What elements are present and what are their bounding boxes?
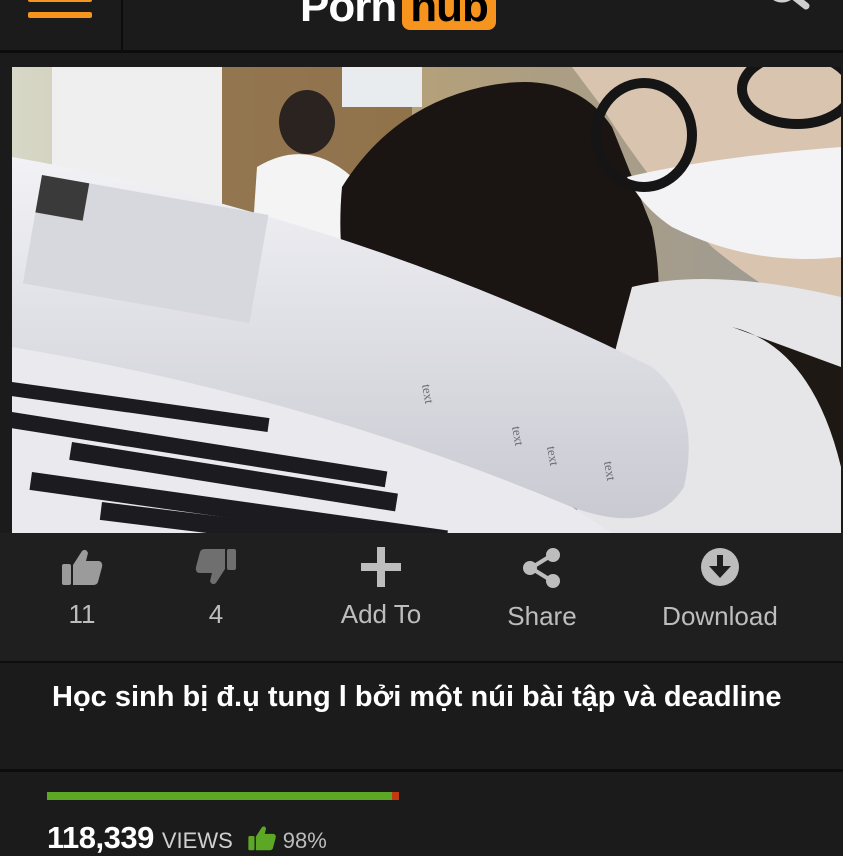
rating-bar-positive [47, 792, 392, 800]
video-stats: 118,339 VIEWS 98% [47, 816, 327, 856]
site-logo[interactable]: Porn hub [300, 0, 496, 30]
rating-bar-negative [391, 792, 399, 800]
add-to-label: Add To [340, 599, 422, 629]
plus-icon [361, 547, 401, 587]
add-to-button[interactable]: Add To [326, 547, 436, 657]
title-section: Học sinh bị đ.ụ tung l bởi một núi bài t… [0, 663, 843, 772]
video-title: Học sinh bị đ.ụ tung l bởi một núi bài t… [52, 681, 782, 713]
view-count: 118,339 [47, 820, 154, 855]
logo-text-right: hub [402, 0, 496, 30]
share-button[interactable]: Share [500, 547, 584, 657]
menu-divider [121, 0, 123, 50]
share-label: Share [507, 601, 577, 631]
hamburger-menu-icon[interactable] [28, 0, 92, 22]
dislike-count: 4 [208, 599, 224, 629]
video-thumbnail[interactable]: text text text text [12, 67, 841, 533]
dislike-button[interactable]: 4 [186, 547, 246, 657]
thumbs-down-icon [195, 549, 236, 585]
rating-bar [47, 792, 399, 800]
like-button[interactable]: 11 [52, 547, 112, 657]
logo-text-left: Porn [300, 0, 397, 31]
search-icon[interactable] [758, 0, 814, 26]
share-icon [523, 548, 560, 588]
download-button[interactable]: Download [658, 547, 782, 657]
download-label: Download [662, 601, 778, 631]
rating-percent: 98% [282, 828, 327, 853]
video-actions: 11 4 Add To Share Download [0, 533, 843, 663]
views-label: VIEWS [161, 828, 233, 853]
top-bar: Porn hub [0, 0, 843, 53]
thumbs-up-icon [62, 549, 103, 585]
like-count: 11 [68, 599, 96, 629]
download-icon [701, 548, 739, 586]
thumbs-up-icon [248, 826, 276, 851]
